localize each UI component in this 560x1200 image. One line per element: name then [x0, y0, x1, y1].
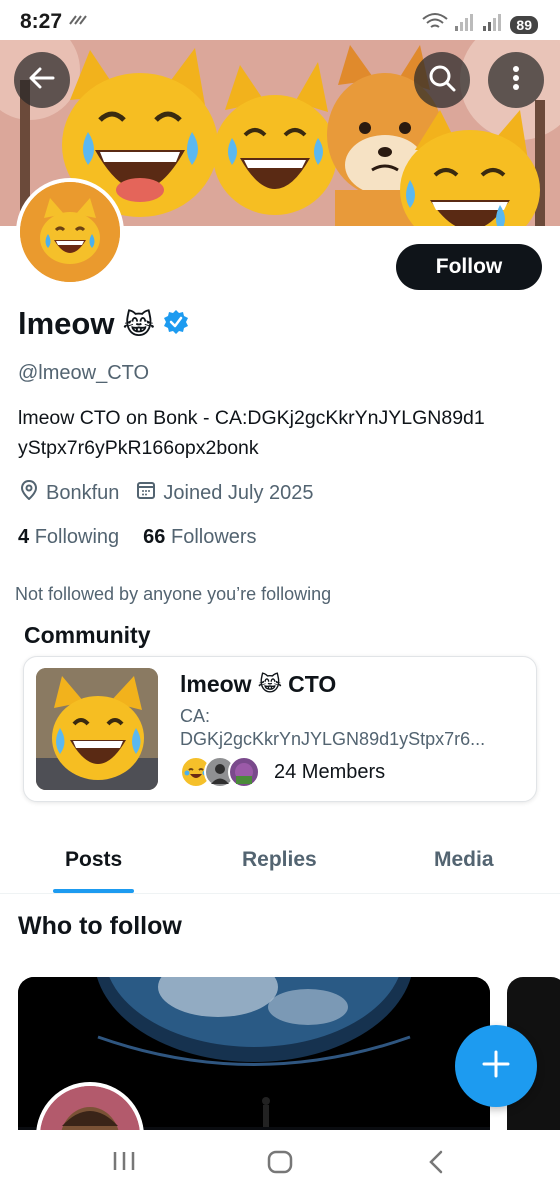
- status-time: 8:27: [20, 10, 63, 33]
- profile-avatar[interactable]: [16, 178, 124, 286]
- community-desc-line-1: CA:: [180, 706, 211, 726]
- laughing-cat-emoji-icon: [20, 182, 120, 282]
- following-link[interactable]: 4 Following: [18, 526, 119, 549]
- following-label: Following: [34, 526, 120, 548]
- community-desc-line-2: DGKj2gcKkrYnJYLGN89d1yStpx7r6...: [180, 729, 486, 749]
- status-icons: 89: [422, 12, 538, 37]
- compose-button[interactable]: [455, 1025, 537, 1107]
- joined-text: Joined July 2025: [163, 481, 314, 504]
- follow-stats: 4 Following 66 Followers: [18, 526, 281, 549]
- tab-replies[interactable]: Replies: [242, 848, 317, 872]
- location-item: Bonkfun: [20, 479, 120, 506]
- community-name-emoji: 😹: [257, 673, 283, 696]
- joined-item: Joined July 2025: [137, 481, 314, 505]
- followers-count: 66: [143, 526, 166, 548]
- wifi-icon: [422, 12, 449, 37]
- notification-dots-icon: [68, 14, 88, 29]
- member-avatar-3: [228, 756, 260, 788]
- back-button[interactable]: [14, 52, 70, 108]
- recent-apps-icon: [113, 1152, 135, 1170]
- who-to-follow-title: Who to follow: [18, 912, 182, 940]
- follow-button[interactable]: Follow: [396, 244, 542, 290]
- avatar-image: [20, 182, 120, 282]
- recent-apps-button[interactable]: [112, 1150, 136, 1177]
- community-description: CA: DGKj2gcKkrYnJYLGN89d1yStpx7r6...: [180, 705, 525, 751]
- system-navigation-bar: [0, 1130, 560, 1200]
- community-section-title: Community: [24, 622, 151, 648]
- signal-icon-1: [454, 12, 476, 37]
- community-name-prefix: lmeow: [180, 671, 252, 697]
- community-members-count: 24 Members: [274, 761, 386, 783]
- status-bar: 8:27 89: [0, 0, 560, 40]
- more-options-button[interactable]: [488, 52, 544, 108]
- more-vertical-icon: [512, 65, 520, 96]
- community-thumbnail: [36, 668, 158, 790]
- community-cat-image: [36, 668, 158, 790]
- search-icon: [428, 64, 456, 97]
- location-pin-icon: [20, 479, 38, 506]
- location-text: Bonkfun: [46, 481, 120, 504]
- tab-posts[interactable]: Posts: [65, 848, 122, 872]
- purple-avatar-icon: [235, 763, 253, 784]
- profile-meta: Bonkfun Joined July 2025: [20, 479, 332, 506]
- signal-icon-2: [482, 12, 504, 37]
- member-avatars: [180, 756, 262, 788]
- profile-name-row: lmeow 😹: [18, 306, 189, 342]
- back-nav-button[interactable]: [428, 1150, 444, 1179]
- community-card[interactable]: lmeow 😹 CTO CA: DGKj2gcKkrYnJYLGN89d1ySt…: [23, 656, 537, 802]
- community-name: lmeow 😹 CTO: [180, 671, 336, 698]
- active-tab-indicator: [53, 889, 134, 893]
- plus-icon: [481, 1049, 511, 1084]
- home-icon: [267, 1150, 293, 1174]
- followers-label: Followers: [170, 526, 257, 548]
- not-followed-notice: Not followed by anyone you’re following: [15, 584, 332, 604]
- chevron-left-icon: [429, 1150, 443, 1174]
- followers-link[interactable]: 66 Followers: [143, 526, 256, 549]
- home-button[interactable]: [266, 1150, 294, 1179]
- name-emoji: 😹: [122, 308, 156, 340]
- search-button[interactable]: [414, 52, 470, 108]
- battery-indicator: 89: [510, 15, 538, 34]
- profile-bio: lmeow CTO on Bonk - CA:DGKj2gcKkrYnJYLGN…: [18, 403, 548, 463]
- arrow-left-icon: [29, 67, 55, 94]
- display-name: lmeow: [18, 306, 115, 341]
- verified-badge-icon[interactable]: [163, 309, 189, 340]
- calendar-icon: [137, 481, 156, 505]
- profile-handle: @lmeow_CTO: [18, 362, 150, 384]
- profile-tabs: Posts Replies Media: [0, 836, 560, 894]
- bio-line-2: yStpx7r6yPkR166opx2bonk: [18, 437, 259, 459]
- tab-media[interactable]: Media: [434, 848, 494, 872]
- bio-line-1: lmeow CTO on Bonk - CA:DGKj2gcKkrYnJYLGN…: [18, 407, 485, 429]
- following-count: 4: [18, 526, 30, 548]
- community-name-suffix: CTO: [288, 671, 337, 697]
